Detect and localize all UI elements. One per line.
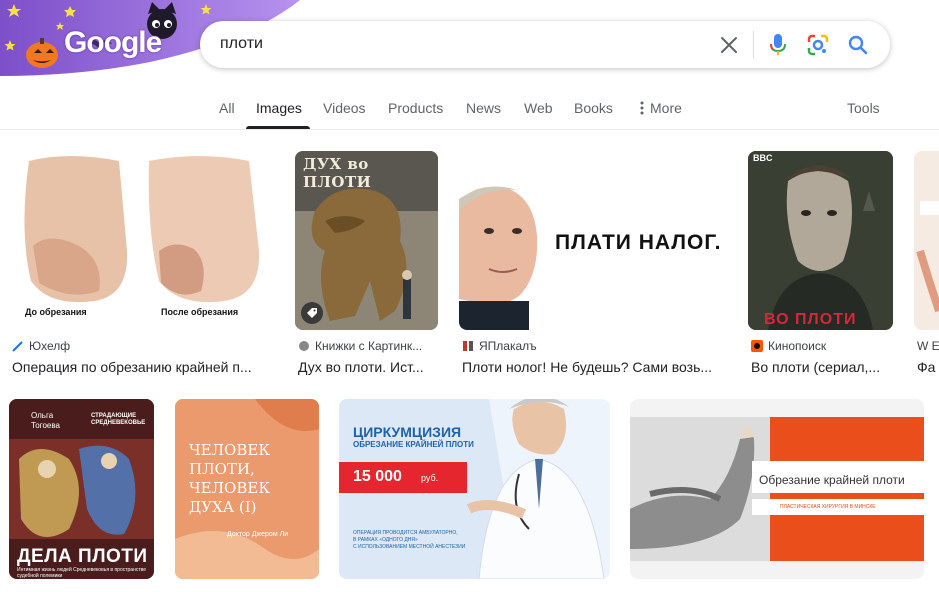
result-source-7[interactable] <box>178 584 318 592</box>
ad-title: ЦИРКУМЦИЗИЯ <box>353 424 462 440</box>
ad-note-1: ОПЕРАЦИЯ ПРОВОДИТСЯ АМБУЛАТОРНО, <box>353 530 458 536</box>
result-image-7[interactable]: ЧЕЛОВЕК ПЛОТИ, ЧЕЛОВЕК ДУХА (I) Доктор Д… <box>175 399 319 579</box>
result-image-2[interactable]: ДУХ во ПЛОТИ <box>295 151 438 330</box>
camera-lens-icon <box>807 34 829 55</box>
site-favicon <box>299 341 309 351</box>
result-title-1[interactable]: Операция по обрезанию крайней п... <box>12 359 274 375</box>
book-author: Доктор Джером Ли <box>227 531 289 538</box>
meme-text: ПЛАТИ НАЛОГ. <box>555 231 722 254</box>
banner-subtitle: ПЛАСТИЧЕСКАЯ ХИРУРГИЯ В МИНСКЕ <box>780 504 876 510</box>
site-favicon <box>751 340 763 352</box>
search-box[interactable]: плоти <box>200 21 890 68</box>
vertical-dots-icon <box>640 101 644 115</box>
result-title-4[interactable]: Во плоти (сериал,... <box>751 359 893 375</box>
result-source-6[interactable] <box>12 584 152 592</box>
voice-search-button[interactable] <box>758 21 798 68</box>
result-source-3[interactable]: ЯПлакалъ <box>462 339 728 353</box>
result-source-4[interactable]: Кинопоиск <box>751 339 893 353</box>
tab-more-label: More <box>650 100 682 116</box>
result-title-5[interactable]: Фа <box>917 359 939 375</box>
result-source-5[interactable]: W Е <box>917 339 939 353</box>
ad-currency: руб. <box>421 473 439 483</box>
tab-videos[interactable]: Videos <box>323 100 366 116</box>
result-image-5[interactable] <box>914 151 939 330</box>
site-favicon <box>463 341 473 351</box>
result-source-1[interactable]: Юхелф <box>12 339 274 353</box>
search-button[interactable] <box>838 21 878 68</box>
search-icon <box>848 35 868 54</box>
book-cover-title: ДУХ во ПЛОТИ <box>303 155 372 191</box>
ad-note-3: С ИСПОЛЬЗОВАНИЕМ МЕСТНОЙ АНЕСТЕЗИИ <box>353 544 466 550</box>
result-image-8[interactable]: ЦИРКУМЦИЗИЯ ОБРЕЗАНИЕ КРАЙНЕЙ ПЛОТИ 15 0… <box>339 399 610 579</box>
bbc-logo: BBC <box>753 153 773 163</box>
book-author: Ольга Тогоева <box>31 411 60 430</box>
tab-products[interactable]: Products <box>388 100 443 116</box>
banner-title: Обрезание крайней плоти <box>759 473 905 487</box>
result-image-4[interactable]: BBC ВО ПЛОТИ <box>748 151 893 330</box>
result-source-9[interactable] <box>633 584 923 592</box>
result-title-2[interactable]: Дух во плоти. Ист... <box>298 359 438 375</box>
result-image-3[interactable]: ПЛАТИ НАЛОГ. <box>459 151 728 330</box>
caption-after: После обрезания <box>161 307 239 317</box>
result-image-9[interactable]: Обрезание крайней плоти ПЛАСТИЧЕСКАЯ ХИР… <box>630 399 924 579</box>
tab-all[interactable]: All <box>219 100 235 116</box>
tab-more[interactable]: More <box>640 100 682 116</box>
google-logo: Google <box>64 26 162 59</box>
tab-books[interactable]: Books <box>574 100 613 116</box>
tab-web[interactable]: Web <box>524 100 553 116</box>
book-subtitle: Интимная жизнь людей Средневековья в про… <box>17 567 147 579</box>
caption-before: До обрезания <box>25 307 87 317</box>
tab-images[interactable]: Images <box>256 100 302 116</box>
close-icon <box>721 36 737 53</box>
search-input[interactable]: плоти <box>220 35 263 53</box>
ad-note-2: В РАМКАХ «ОДНОГО ДНЯ» <box>353 537 418 543</box>
product-badge <box>301 302 323 324</box>
mic-icon <box>770 33 786 55</box>
result-source-2[interactable]: Книжки с Картинк... <box>298 339 438 353</box>
ad-subtitle: ОБРЕЗАНИЕ КРАЙНЕЙ ПЛОТИ <box>353 440 474 449</box>
tag-icon <box>307 308 317 318</box>
result-image-1[interactable]: До обрезания После обрезания <box>9 151 274 330</box>
lens-search-button[interactable] <box>798 21 838 68</box>
search-tabs: All Images Videos Products News Web Book… <box>0 88 939 130</box>
tools-button[interactable]: Tools <box>847 100 880 116</box>
result-image-6[interactable]: Ольга Тогоева СТРАДАЮЩИЕ СРЕДНЕВЕКОВЬЕ Д… <box>9 399 154 579</box>
result-source-8[interactable] <box>342 584 610 592</box>
clear-search-button[interactable] <box>709 21 749 68</box>
result-title-3[interactable]: Плоти нолог! Не будешь? Сами возь... <box>462 359 728 375</box>
active-tab-indicator <box>246 126 310 129</box>
book-series: СТРАДАЮЩИЕ СРЕДНЕВЕКОВЬЕ <box>91 413 146 426</box>
ad-price: 15 000 <box>353 468 402 485</box>
tab-news[interactable]: News <box>466 100 501 116</box>
search-divider <box>753 30 754 59</box>
book-title: ЧЕЛОВЕК ПЛОТИ, ЧЕЛОВЕК ДУХА (I) <box>189 441 270 516</box>
pen-icon <box>12 341 23 352</box>
series-title: ВО ПЛОТИ <box>764 311 857 328</box>
book-title: ДЕЛА ПЛОТИ <box>17 546 148 567</box>
